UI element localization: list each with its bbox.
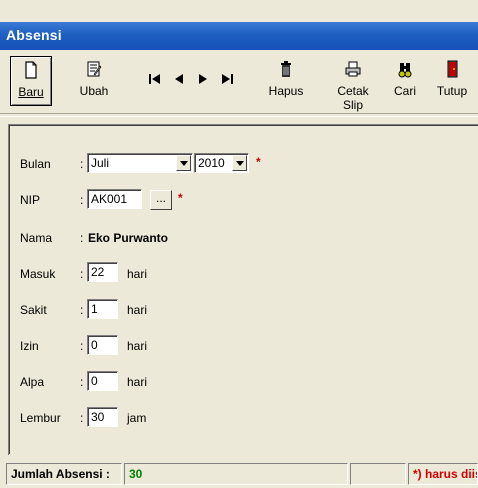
ubah-label: Ubah: [79, 84, 109, 98]
tahun-value: 2010: [198, 156, 225, 170]
alpa-unit: hari: [127, 375, 148, 389]
cari-button[interactable]: Cari: [388, 56, 422, 104]
sakit-unit: hari: [127, 303, 148, 317]
bulan-value: Juli: [91, 156, 110, 170]
nip-lookup-button[interactable]: ...: [150, 190, 172, 210]
status-bar: Jumlah Absensi : 30 *) harus diisi: [0, 460, 478, 488]
chevron-down-icon[interactable]: [232, 155, 247, 171]
form-panel-inner: [9, 125, 478, 454]
next-record-icon[interactable]: [194, 69, 212, 89]
baru-button[interactable]: Baru: [10, 56, 52, 106]
izin-unit: hari: [127, 339, 148, 353]
window-title: Absensi: [6, 27, 62, 43]
previous-record-icon[interactable]: [170, 69, 188, 89]
alpa-colon: :: [80, 375, 84, 389]
tutup-label: Tutup: [436, 84, 468, 98]
record-navigator: [146, 65, 246, 95]
lembur-unit: jam: [127, 411, 147, 425]
hapus-label: Hapus: [268, 84, 304, 98]
nip-label: NIP: [20, 193, 41, 207]
izin-input[interactable]: 0: [87, 335, 118, 355]
nama-colon: :: [80, 231, 84, 245]
toolbar-separator: [0, 113, 478, 117]
bulan-required-mark: *: [256, 155, 261, 169]
alpa-input[interactable]: 0: [87, 371, 118, 391]
lembur-label: Lembur: [20, 411, 61, 425]
izin-label: Izin: [20, 339, 39, 353]
bulan-colon: :: [80, 157, 84, 171]
printer-icon: [345, 61, 361, 77]
nip-required-mark: *: [178, 191, 183, 205]
cetak-slip-label: Cetak Slip: [337, 84, 369, 112]
ubah-button[interactable]: Ubah: [72, 56, 116, 104]
binoculars-icon: [398, 63, 412, 78]
new-document-icon: [25, 61, 37, 79]
alpa-label: Alpa: [20, 375, 45, 389]
last-record-icon[interactable]: [218, 69, 236, 89]
exit-door-icon: [447, 60, 458, 78]
toolbar: Baru Ubah Hapus Cetak Slip Cari Tutup: [0, 50, 478, 112]
status-empty-cell: [350, 463, 406, 485]
trash-icon: [281, 61, 291, 77]
nip-colon: :: [80, 193, 84, 207]
nama-value: Eko Purwanto: [88, 231, 169, 245]
hapus-button[interactable]: Hapus: [262, 56, 310, 104]
bulan-label: Bulan: [20, 157, 51, 171]
tahun-select[interactable]: 2010: [194, 153, 249, 173]
cetak-slip-button[interactable]: Cetak Slip: [326, 56, 380, 112]
edit-icon: [87, 61, 102, 77]
jumlah-absensi-value: 30: [124, 463, 348, 485]
masuk-unit: hari: [127, 267, 148, 281]
required-note: *) harus diisi: [408, 463, 478, 485]
sakit-input[interactable]: 1: [87, 299, 118, 319]
izin-colon: :: [80, 339, 84, 353]
sakit-label: Sakit: [20, 303, 47, 317]
absensi-window: Absensi Baru Ubah Hapus Cetak Slip Cari …: [0, 0, 478, 488]
cari-label: Cari: [393, 84, 416, 98]
masuk-input[interactable]: 22: [87, 262, 118, 282]
lembur-input[interactable]: 30: [87, 407, 118, 427]
lembur-colon: :: [80, 411, 84, 425]
nip-input[interactable]: AK001: [87, 189, 142, 209]
bulan-select[interactable]: Juli: [87, 153, 193, 173]
baru-label: Baru: [18, 85, 44, 99]
sakit-colon: :: [80, 303, 84, 317]
chevron-down-icon[interactable]: [176, 155, 191, 171]
tutup-button[interactable]: Tutup: [432, 56, 472, 104]
first-record-icon[interactable]: [146, 69, 164, 89]
masuk-colon: :: [80, 267, 84, 281]
nama-label: Nama: [20, 231, 53, 245]
title-bar: Absensi: [0, 22, 478, 50]
jumlah-absensi-label: Jumlah Absensi :: [6, 463, 122, 485]
masuk-label: Masuk: [20, 267, 56, 281]
